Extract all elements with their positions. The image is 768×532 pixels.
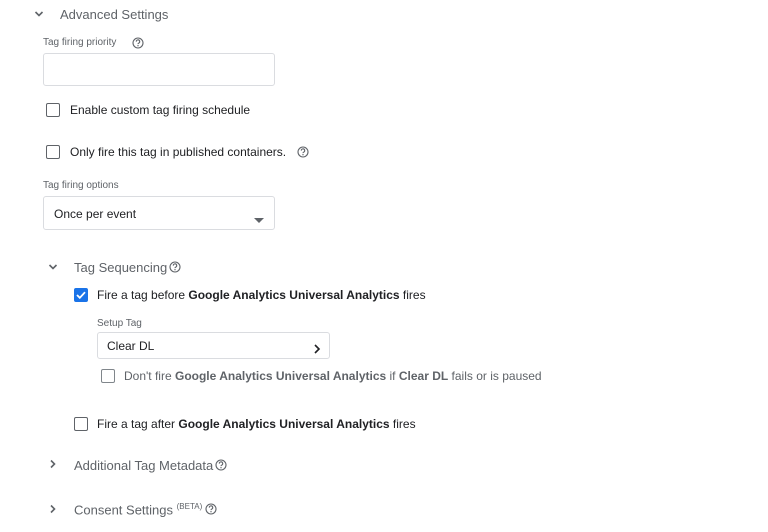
custom-schedule-label: Enable custom tag firing schedule xyxy=(70,103,251,117)
dont-fire-prefix: Don't fire xyxy=(124,369,175,383)
chevron-right-icon[interactable] xyxy=(46,457,60,471)
fire-before-prefix: Fire a tag before xyxy=(97,288,189,302)
fire-after-tag-name: Google Analytics Universal Analytics xyxy=(178,417,390,431)
chevron-right-icon xyxy=(313,341,321,359)
custom-schedule-checkbox[interactable] xyxy=(46,103,60,117)
fire-after-suffix: fires xyxy=(389,417,416,431)
dont-fire-setup-name: Clear DL xyxy=(398,369,449,383)
help-icon[interactable] xyxy=(215,459,227,471)
setup-tag-value: Clear DL xyxy=(107,339,155,353)
priority-label: Tag firing priority xyxy=(43,37,117,48)
additional-metadata-title[interactable]: Additional Tag Metadata xyxy=(74,458,213,473)
advanced-settings-title[interactable]: Advanced Settings xyxy=(60,7,168,22)
priority-input[interactable] xyxy=(43,53,275,86)
firing-options-select[interactable]: Once per event xyxy=(43,196,275,230)
tag-sequencing-title[interactable]: Tag Sequencing xyxy=(74,260,167,275)
help-icon[interactable] xyxy=(132,37,144,49)
chevron-down-icon[interactable] xyxy=(46,260,60,274)
dont-fire-suffix: fails or is paused xyxy=(448,369,542,383)
fire-after-label: Fire a tag after Google Analytics Univer… xyxy=(97,417,416,431)
published-only-checkbox[interactable] xyxy=(46,145,60,159)
consent-settings-title[interactable]: Consent Settings (BETA) xyxy=(74,502,202,517)
setup-tag-label: Setup Tag xyxy=(97,318,142,329)
consent-settings-label: Consent Settings xyxy=(74,502,174,518)
help-icon[interactable] xyxy=(205,503,217,515)
help-icon[interactable] xyxy=(169,261,181,273)
fire-before-label: Fire a tag before Google Analytics Unive… xyxy=(97,288,426,302)
fire-before-tag-name: Google Analytics Universal Analytics xyxy=(188,288,400,302)
help-icon[interactable] xyxy=(297,146,309,158)
dont-fire-middle: if xyxy=(386,369,399,383)
dont-fire-tag-name: Google Analytics Universal Analytics xyxy=(174,369,387,383)
beta-badge: (BETA) xyxy=(176,502,203,511)
firing-option-selected: Once per event xyxy=(54,207,137,221)
dont-fire-checkbox[interactable] xyxy=(101,369,115,383)
dropdown-arrow-icon xyxy=(254,211,264,229)
dont-fire-label: Don't fire Google Analytics Universal An… xyxy=(124,369,542,383)
published-only-label: Only fire this tag in published containe… xyxy=(70,145,287,159)
checkmark-icon xyxy=(76,291,86,299)
fire-before-checkbox[interactable] xyxy=(74,288,88,302)
chevron-right-icon[interactable] xyxy=(46,502,60,516)
fire-after-prefix: Fire a tag after xyxy=(97,417,179,431)
firing-options-label: Tag firing options xyxy=(43,180,119,191)
fire-after-checkbox[interactable] xyxy=(74,417,88,431)
setup-tag-selector[interactable]: Clear DL xyxy=(97,332,330,359)
chevron-down-icon[interactable] xyxy=(32,7,46,21)
fire-before-suffix: fires xyxy=(399,288,426,302)
